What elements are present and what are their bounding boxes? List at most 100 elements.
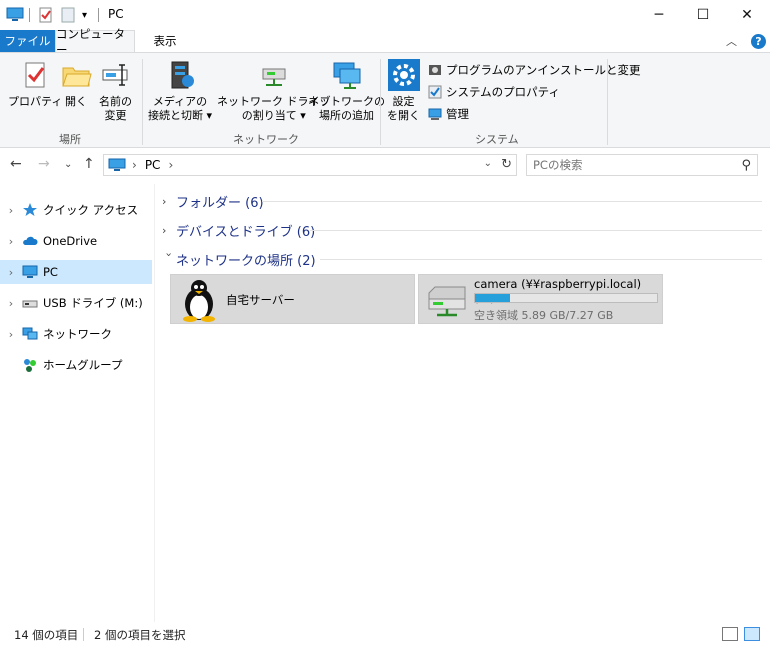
group-header-network-locations[interactable]: › ネットワークの場所 (2) xyxy=(162,249,762,269)
ribbon-tabs: ファイル コンピューター 表示 xyxy=(0,27,770,57)
computer-management-icon xyxy=(428,108,442,120)
open-settings-button[interactable]: 設定 を開く xyxy=(387,59,420,123)
breadcrumb-separator-icon[interactable]: › xyxy=(132,158,137,172)
breadcrumb-chevron-icon[interactable]: › xyxy=(168,158,173,172)
star-icon xyxy=(23,203,37,216)
add-network-location-button[interactable]: ネットワークの 場所の追加 xyxy=(308,59,385,123)
tab-computer[interactable]: コンピューター xyxy=(55,27,135,57)
search-box[interactable]: ⚲ xyxy=(526,154,758,176)
content-pane: › フォルダー (6) › デバイスとドライブ (6) › ネットワークの場所 … xyxy=(156,184,770,622)
media-label-2: 接続と切断 ▾ xyxy=(148,109,213,122)
network-location-icon xyxy=(333,62,360,89)
group-label-network: ネットワーク xyxy=(233,133,299,146)
linux-penguin-icon xyxy=(183,280,215,322)
sidebar-item-usb-drive[interactable]: › USB ドライブ (M:) xyxy=(0,291,152,315)
search-icon[interactable]: ⚲ xyxy=(741,158,751,173)
media-label-1: メディアの xyxy=(152,95,208,108)
group-header-label: ネットワークの場所 (2) xyxy=(176,253,316,269)
expand-chevron-icon[interactable]: › xyxy=(0,328,22,341)
uninstall-programs-button[interactable]: プログラムのアンインストールと変更 xyxy=(428,61,640,79)
system-properties-icon xyxy=(428,85,442,99)
details-view-icon[interactable] xyxy=(722,627,738,641)
address-bar[interactable]: › PC › ⌄ ↻ xyxy=(103,154,517,176)
expand-chevron-icon[interactable]: › xyxy=(0,297,22,310)
close-button[interactable]: ✕ xyxy=(724,0,770,30)
separator xyxy=(29,8,30,22)
sidebar-item-label: ホームグループ xyxy=(43,358,123,372)
manage-label: 管理 xyxy=(446,107,469,121)
manage-button[interactable]: 管理 xyxy=(428,105,469,123)
usb-drive-icon xyxy=(22,300,38,308)
group-header-label: フォルダー (6) xyxy=(176,195,264,211)
cloud-icon xyxy=(23,236,38,245)
network-drive-icon xyxy=(262,68,286,86)
ribbon: プロパティ 開く 名前の 変更 場所 メディアの 接続と切断 ▾ ネットワーク … xyxy=(0,52,770,148)
rename-icon xyxy=(102,64,127,86)
collapse-ribbon-icon[interactable]: ︿ xyxy=(726,33,737,49)
sidebar-item-quick-access[interactable]: › クイック アクセス xyxy=(0,198,152,222)
group-header-folders[interactable]: › フォルダー (6) xyxy=(162,191,762,211)
properties-icon xyxy=(25,62,45,88)
system-properties-button[interactable]: システムのプロパティ xyxy=(428,83,560,101)
up-arrow-icon[interactable]: ↑ xyxy=(83,156,95,172)
open-label: 開く xyxy=(65,95,87,108)
forward-arrow-icon[interactable]: → xyxy=(38,156,50,172)
network-icon xyxy=(22,327,38,340)
tile-label: 自宅サーバー xyxy=(226,293,295,307)
settings-label-1: 設定 xyxy=(392,95,415,108)
status-selected-count: 2 個の項目を選択 xyxy=(94,627,186,642)
group-divider xyxy=(262,201,762,202)
tiles-view-icon[interactable] xyxy=(744,627,760,641)
tab-view[interactable]: 表示 xyxy=(143,30,187,52)
rename-label-2: 変更 xyxy=(104,109,127,122)
group-divider xyxy=(320,259,762,260)
group-expand-chevron-icon[interactable]: › xyxy=(162,224,176,237)
open-button[interactable]: 開く xyxy=(60,59,92,109)
group-separator xyxy=(607,59,608,145)
network-location-tile[interactable]: 自宅サーバー xyxy=(170,274,415,324)
sidebar-item-network[interactable]: › ネットワーク xyxy=(0,322,152,346)
quick-access-dropdown-icon[interactable]: ▾ xyxy=(82,6,87,24)
search-input[interactable] xyxy=(533,158,733,172)
new-folder-quick-icon[interactable] xyxy=(60,6,76,24)
homegroup-icon xyxy=(24,359,36,372)
media-button[interactable]: メディアの 接続と切断 ▾ xyxy=(148,59,212,123)
maximize-button[interactable]: ☐ xyxy=(680,0,726,30)
help-icon[interactable]: ? xyxy=(751,33,766,49)
group-header-label: デバイスとドライブ (6) xyxy=(176,224,316,240)
group-separator xyxy=(142,59,143,145)
recent-locations-chevron-icon[interactable]: ⌄ xyxy=(64,159,72,170)
programs-icon xyxy=(429,65,441,75)
group-expand-chevron-icon[interactable]: › xyxy=(162,195,176,208)
tab-file[interactable]: ファイル xyxy=(0,30,55,52)
properties-quick-icon[interactable] xyxy=(38,6,54,24)
add-network-label-1: ネットワークの xyxy=(308,95,385,108)
group-label-system: システム xyxy=(475,133,519,146)
group-collapse-chevron-icon[interactable]: › xyxy=(163,252,176,266)
minimize-button[interactable]: ─ xyxy=(636,0,682,30)
breadcrumb-pc[interactable]: PC xyxy=(145,158,161,172)
properties-label: プロパティ xyxy=(8,95,63,108)
drive-usage-fill xyxy=(475,294,510,302)
back-arrow-icon[interactable]: ← xyxy=(10,156,22,172)
folder-open-icon xyxy=(62,67,92,87)
properties-button[interactable]: プロパティ xyxy=(8,59,62,109)
sidebar-item-label: ネットワーク xyxy=(43,327,112,341)
sidebar-item-label: PC xyxy=(43,265,58,279)
expand-chevron-icon[interactable]: › xyxy=(0,204,22,217)
view-switcher xyxy=(722,627,760,641)
group-header-devices[interactable]: › デバイスとドライブ (6) xyxy=(162,220,762,240)
sidebar-item-pc[interactable]: › PC xyxy=(0,260,152,284)
drive-free-space: 空き領域 5.89 GB/7.27 GB xyxy=(474,309,614,322)
rename-button[interactable]: 名前の 変更 xyxy=(99,59,132,123)
network-drive-tile[interactable]: camera (¥¥raspberrypi.local) (Z:) 空き領域 5… xyxy=(418,274,663,324)
sidebar-item-onedrive[interactable]: › OneDrive xyxy=(0,229,152,253)
sidebar-item-homegroup[interactable]: ホームグループ xyxy=(0,353,152,377)
pc-icon xyxy=(108,158,126,171)
pc-icon[interactable] xyxy=(6,6,24,24)
address-dropdown-icon[interactable]: ⌄ xyxy=(484,158,492,169)
expand-chevron-icon[interactable]: › xyxy=(0,266,22,279)
expand-chevron-icon[interactable]: › xyxy=(0,235,22,248)
refresh-icon[interactable]: ↻ xyxy=(501,157,512,172)
sidebar-item-label: クイック アクセス xyxy=(43,203,139,217)
